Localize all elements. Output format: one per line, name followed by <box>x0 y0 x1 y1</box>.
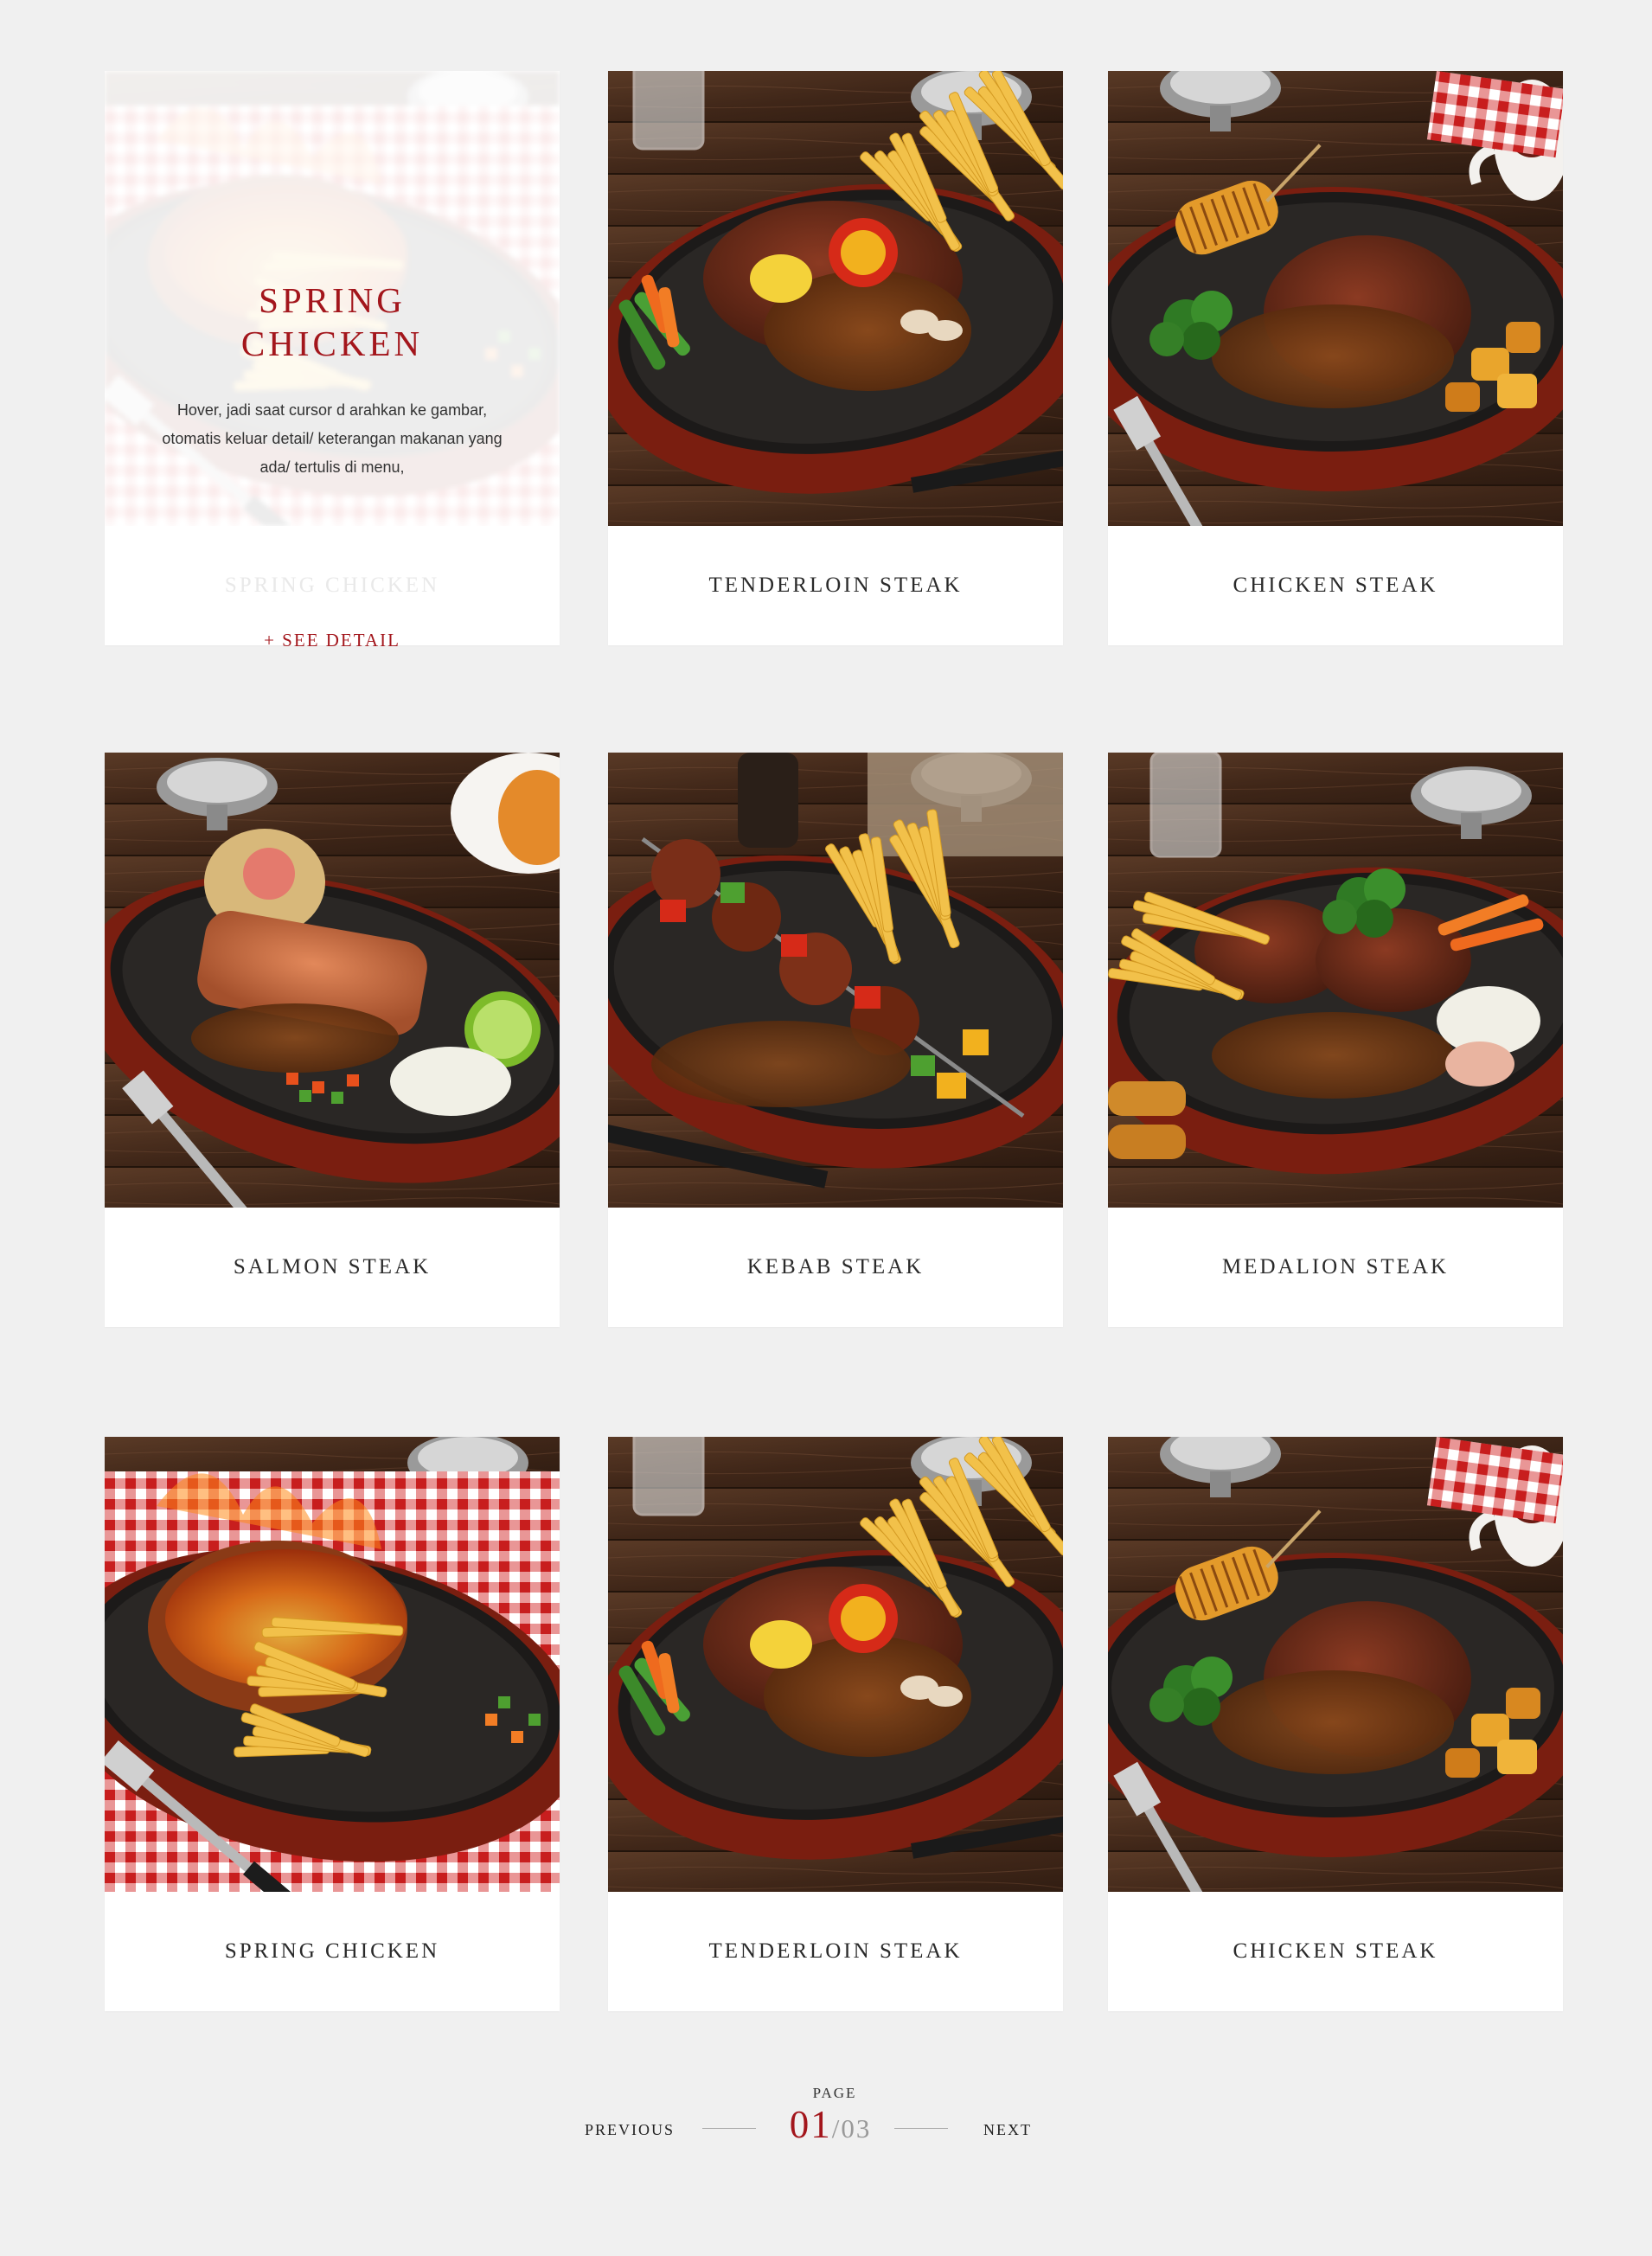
menu-card[interactable]: MEDALION STEAK <box>1108 753 1563 1327</box>
hover-title: SPRING CHICKEN <box>240 280 424 363</box>
menu-photo[interactable] <box>1108 71 1563 526</box>
divider-left <box>702 2128 756 2129</box>
menu-photo[interactable] <box>105 753 560 1208</box>
menu-photo[interactable] <box>608 753 1063 1208</box>
menu-grid: SPRING CHICKEN Hover, jadi saat cursor d a… <box>0 0 1652 2256</box>
menu-card[interactable]: SPRING CHICKEN Hover, jadi saat cursor d a… <box>105 71 560 651</box>
page-indicator: 01/03 <box>778 2102 882 2147</box>
menu-photo[interactable] <box>105 1437 560 1892</box>
previous-button[interactable]: PREVIOUS <box>585 2121 675 2139</box>
divider-right <box>894 2128 948 2129</box>
menu-card[interactable]: TENDERLOIN STEAK <box>608 71 1063 645</box>
hover-description: Hover, jadi saat cursor d arahkan ke gam… <box>162 401 503 476</box>
food-image <box>608 71 1063 526</box>
current-page: 01 <box>789 2103 832 2146</box>
food-image <box>1108 753 1563 1208</box>
menu-photo[interactable] <box>608 71 1063 526</box>
pagination: PAGE PREVIOUS 01/03 NEXT <box>0 2067 1652 2171</box>
see-detail-link[interactable]: + SEE DETAIL <box>105 630 560 651</box>
menu-photo[interactable] <box>608 1437 1063 1892</box>
menu-item-label: TENDERLOIN STEAK <box>708 574 963 597</box>
menu-card[interactable]: SALMON STEAK <box>105 753 560 1327</box>
next-button[interactable]: NEXT <box>983 2121 1032 2139</box>
page-separator: / <box>831 2113 842 2144</box>
menu-card[interactable]: TENDERLOIN STEAK <box>608 1437 1063 2011</box>
menu-card[interactable]: SPRING CHICKEN <box>105 1437 560 2011</box>
menu-photo[interactable] <box>1108 1437 1563 1892</box>
ghost-label: SPRING CHICKEN <box>224 574 440 597</box>
food-image <box>1108 71 1563 526</box>
page-label: PAGE <box>812 2085 857 2101</box>
total-pages: 03 <box>841 2113 872 2144</box>
food-image <box>105 1437 560 1892</box>
menu-item-label: SALMON STEAK <box>233 1255 432 1279</box>
menu-card[interactable]: CHICKEN STEAK <box>1108 1437 1563 2011</box>
menu-item-label: SPRING CHICKEN <box>224 1939 440 1963</box>
food-image <box>608 1437 1063 1892</box>
food-image <box>1108 1437 1563 1892</box>
food-image <box>105 753 560 1208</box>
menu-item-label: MEDALION STEAK <box>1221 1255 1450 1279</box>
menu-item-label: TENDERLOIN STEAK <box>708 1939 963 1963</box>
menu-item-label: CHICKEN STEAK <box>1233 1939 1438 1963</box>
menu-card[interactable]: CHICKEN STEAK <box>1108 71 1563 645</box>
menu-item-label: CHICKEN STEAK <box>1233 574 1438 597</box>
menu-photo[interactable] <box>1108 753 1563 1208</box>
food-image <box>608 753 1063 1208</box>
menu-item-label: KEBAB STEAK <box>746 1255 925 1279</box>
menu-card[interactable]: KEBAB STEAK <box>608 753 1063 1327</box>
